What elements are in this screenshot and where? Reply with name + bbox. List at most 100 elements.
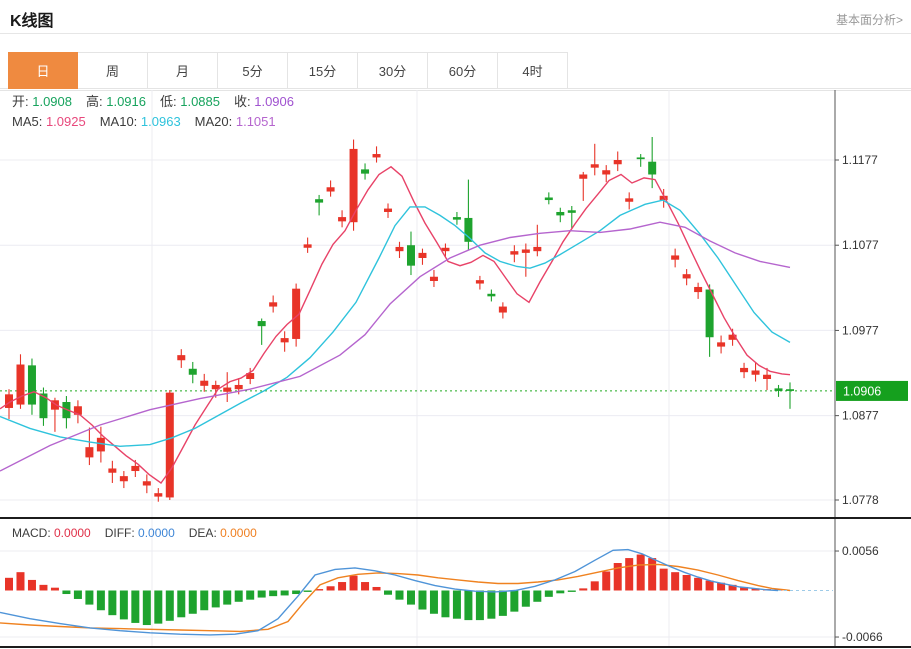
- y-axis-label: 1.0877: [842, 409, 879, 423]
- macd-histogram-bar: [131, 591, 139, 623]
- overlay.macd-label: DIFF:: [105, 526, 135, 540]
- macd-histogram-bar: [671, 572, 679, 590]
- period-tabbar: 日周月5分15分30分60分4时: [8, 52, 568, 89]
- fundamental-analysis-link[interactable]: 基本面分析>: [836, 11, 903, 28]
- macd-histogram-bar: [154, 591, 162, 624]
- macd-histogram-bar: [189, 591, 197, 614]
- candle-body: [200, 381, 208, 386]
- macd-histogram-bar: [533, 591, 541, 602]
- candle-body: [108, 468, 116, 472]
- macd-histogram-bar: [637, 555, 645, 591]
- macd-histogram-bar: [223, 591, 231, 605]
- candle-body: [671, 255, 679, 259]
- macd-histogram-bar: [361, 582, 369, 590]
- candle-body: [338, 217, 346, 221]
- macd-histogram-bar: [235, 591, 243, 602]
- macd-histogram-bar: [304, 591, 312, 592]
- macd-histogram-bar: [683, 575, 691, 591]
- candle-body: [143, 481, 151, 485]
- macd-histogram-bar: [97, 591, 105, 611]
- y-axis-label: 1.1077: [842, 238, 879, 252]
- candle-body: [499, 307, 507, 313]
- candlestick-chart-canvas[interactable]: 1.11771.10771.09771.08771.07781.0906: [0, 90, 911, 517]
- macd-histogram-bar: [487, 591, 495, 619]
- macd-histogram-bar: [338, 582, 346, 590]
- candle-body: [361, 169, 369, 173]
- overlay.ohlc-item: 收: 1.0906: [234, 94, 294, 109]
- candle-body: [407, 245, 415, 265]
- page-title: K线图: [10, 7, 54, 31]
- macd-histogram-bar: [74, 591, 82, 599]
- candle-body: [373, 154, 381, 157]
- candle-body: [637, 157, 645, 159]
- candle-body: [556, 212, 564, 215]
- tab-period-7[interactable]: 4时: [498, 52, 568, 89]
- overlay.ohlc-value: 1.0906: [251, 94, 294, 109]
- candle-body: [706, 290, 714, 338]
- tab-period-1[interactable]: 周: [78, 52, 148, 89]
- macd-histogram-bar: [373, 587, 381, 591]
- candle-body: [120, 476, 128, 481]
- panel-separator: [0, 517, 911, 519]
- macd-readout: MACD: 0.0000DIFF: 0.0000DEA: 0.0000: [12, 524, 271, 542]
- candle-body: [28, 365, 36, 404]
- bottom-border: [0, 646, 911, 648]
- tab-period-5[interactable]: 30分: [358, 52, 428, 89]
- macd-histogram-bar: [510, 591, 518, 612]
- tab-period-0[interactable]: 日: [8, 52, 78, 89]
- macd-histogram-bar: [453, 591, 461, 619]
- candle-body: [694, 287, 702, 292]
- candle-body: [487, 294, 495, 297]
- macd-histogram-bar: [108, 591, 116, 616]
- tab-period-3[interactable]: 5分: [218, 52, 288, 89]
- macd-histogram-bar: [28, 580, 36, 591]
- candle-body: [533, 247, 541, 251]
- candle-body: [786, 389, 794, 391]
- macd-histogram-bar: [591, 581, 599, 590]
- macd-histogram-bar: [62, 591, 70, 595]
- candle-body: [717, 342, 725, 346]
- candle-body: [464, 218, 472, 242]
- candle-body: [625, 198, 633, 201]
- macd-histogram-bar: [281, 591, 289, 596]
- candle-body: [350, 149, 358, 222]
- candle-body: [683, 274, 691, 278]
- y-axis-label: 1.0977: [842, 323, 879, 337]
- header-divider: [0, 33, 911, 34]
- overlay.ohlc-item: 开: 1.0908: [12, 94, 72, 109]
- candle-body: [177, 355, 185, 360]
- macd-histogram-bar: [327, 586, 335, 590]
- candle-body: [304, 244, 312, 247]
- overlay.ohlc-value: 1.0916: [103, 94, 146, 109]
- candle-body: [315, 199, 323, 202]
- macd-histogram-bar: [258, 591, 266, 598]
- macd-histogram-bar: [625, 558, 633, 590]
- tab-period-2[interactable]: 月: [148, 52, 218, 89]
- candle-body: [545, 197, 553, 200]
- candle-body: [775, 388, 783, 391]
- candle-body: [602, 170, 610, 174]
- tab-period-6[interactable]: 60分: [428, 52, 498, 89]
- macd-histogram-bar: [706, 581, 714, 591]
- macd-axis-label: -0.0066: [842, 630, 883, 644]
- candle-body: [131, 466, 139, 471]
- candle-body: [418, 253, 426, 258]
- macd-histogram-bar: [384, 591, 392, 595]
- candle-body: [258, 321, 266, 326]
- overlay.ohlc-item: 高: 1.0916: [86, 94, 146, 109]
- candle-body: [235, 385, 243, 389]
- macd-histogram-bar: [5, 578, 13, 591]
- overlay.ma-item: MA20: 1.1051: [195, 114, 276, 129]
- overlay.macd-item: DIFF: 0.0000: [105, 526, 175, 540]
- candle-body: [579, 174, 587, 178]
- macd-histogram-bar: [545, 591, 553, 597]
- macd-histogram-bar: [396, 591, 404, 600]
- candle-body: [281, 338, 289, 342]
- overlay.ohlc-item: 低: 1.0885: [160, 94, 220, 109]
- macd-histogram-bar: [200, 591, 208, 611]
- candle-body: [648, 162, 656, 175]
- overlay.ma-item: MA5: 1.0925: [12, 114, 86, 129]
- overlay.macd-value: 0.0000: [135, 526, 175, 540]
- tab-period-4[interactable]: 15分: [288, 52, 358, 89]
- macd-histogram-bar: [579, 588, 587, 590]
